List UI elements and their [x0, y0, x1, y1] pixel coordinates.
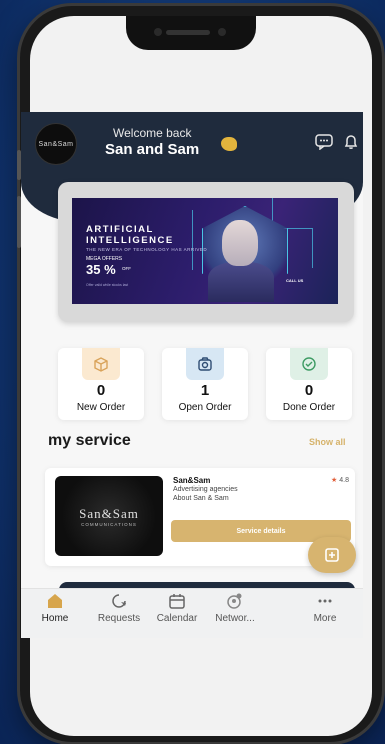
package-icon — [82, 348, 120, 380]
stat-label: New Order — [76, 402, 126, 413]
section-title: my service — [48, 432, 131, 449]
stat-label: Done Order — [282, 402, 336, 413]
stat-label: Open Order — [178, 402, 232, 413]
service-rating: ★ 4.8 — [331, 477, 349, 484]
network-icon — [203, 593, 267, 611]
promo-banner[interactable]: ARTIFICIAL INTELLIGENCE THE NEW ERA OF T… — [58, 182, 354, 322]
banner-call: CALL US — [286, 278, 304, 283]
banner-note: Offer valid while stocks last — [86, 283, 129, 287]
show-all-link[interactable]: Show all — [309, 437, 346, 447]
home-icon — [23, 593, 87, 611]
folder-icon — [186, 348, 224, 380]
stat-new-order[interactable]: 0 New Order — [58, 348, 144, 420]
company-logo[interactable]: San&Sam — [35, 123, 77, 165]
banner-title-line2: INTELLIGENCE — [86, 235, 174, 246]
nav-calendar[interactable]: Calendar — [145, 593, 209, 624]
service-category: Advertising agencies — [173, 486, 238, 493]
service-about: About San & Sam — [173, 495, 229, 502]
star-icon: ★ — [331, 477, 338, 484]
add-button[interactable] — [308, 537, 356, 573]
stat-value: 0 — [96, 382, 106, 399]
promo-banner-image: ARTIFICIAL INTELLIGENCE THE NEW ERA OF T… — [72, 198, 338, 304]
stat-value: 0 — [304, 382, 314, 399]
nav-home[interactable]: Home — [23, 593, 87, 624]
stat-value: 1 — [200, 382, 210, 399]
check-circle-icon — [290, 348, 328, 380]
nav-more[interactable]: More — [293, 593, 357, 624]
requests-icon — [87, 593, 151, 611]
service-name: San&Sam — [173, 476, 211, 485]
plus-icon — [325, 548, 339, 562]
banner-offer-value: 35 % — [86, 262, 116, 277]
stat-done-order[interactable]: 0 Done Order — [266, 348, 352, 420]
nav-requests[interactable]: Requests — [87, 593, 151, 624]
banner-tagline: THE NEW ERA OF TECHNOLOGY HAS ARRIVED — [86, 247, 208, 252]
calendar-icon — [145, 593, 209, 611]
service-image: San&Sam COMMUNICATIONS — [55, 476, 163, 556]
bottom-nav: Home Requests Calendar Networ... More — [21, 588, 363, 638]
more-icon — [293, 593, 357, 611]
waving-hand-icon — [221, 137, 237, 151]
stat-open-order[interactable]: 1 Open Order — [162, 348, 248, 420]
username: San and Sam — [105, 141, 200, 158]
banner-offer-suffix: OFF — [122, 266, 131, 271]
phone-notch — [126, 16, 256, 50]
bell-icon[interactable] — [343, 134, 359, 154]
banner-title-line1: ARTIFICIAL — [86, 224, 154, 235]
app-screen: San&Sam Welcome back San and Sam ARTIFIC… — [21, 112, 363, 638]
chat-icon[interactable] — [315, 134, 333, 154]
nav-network[interactable]: Networ... — [203, 593, 267, 624]
welcome-text: Welcome back — [113, 126, 192, 140]
